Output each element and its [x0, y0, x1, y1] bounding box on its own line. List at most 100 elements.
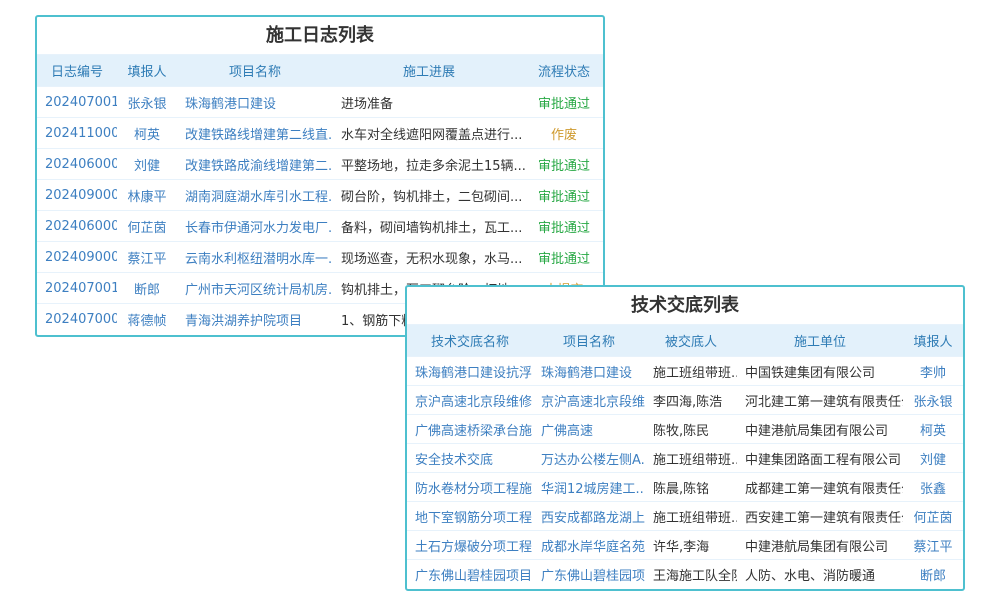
disclosure-name-cell: 地下室钢筋分项工程... [407, 502, 533, 531]
disclosure-name-link[interactable]: 京沪高速北京段维修... [415, 395, 533, 410]
log-id-link[interactable]: 2024060005 [45, 219, 117, 234]
reporter-link[interactable]: 何芷茵 [913, 511, 952, 526]
project-link[interactable]: 广东佛山碧桂园项目 [541, 569, 645, 584]
status-link[interactable]: 审批通过 [538, 159, 590, 174]
reporter-link[interactable]: 蔡江平 [913, 540, 952, 555]
disclosure-table-body: 珠海鹤港口建设抗浮... 珠海鹤港口建设 施工班组带班... 中国铁建集团有限公… [407, 357, 963, 589]
reporter-cell: 张永银 [903, 386, 963, 415]
project-link[interactable]: 广佛高速 [541, 424, 593, 439]
reporter-link[interactable]: 李帅 [920, 366, 946, 381]
reporter-link[interactable]: 柯英 [920, 424, 946, 439]
project-link[interactable]: 改建铁路成渝线增建第二... [185, 159, 333, 174]
receiver-text: 陈晨,陈铭 [645, 473, 737, 502]
receiver-text: 施工班组带班... [645, 444, 737, 473]
project-link[interactable]: 华润12城房建工... [541, 482, 645, 497]
status-link[interactable]: 审批通过 [538, 221, 590, 236]
log-id-cell: 2024060005 [37, 211, 117, 242]
log-id-link[interactable]: 2024110002 [45, 126, 117, 141]
log-id-link[interactable]: 2024060006 [45, 157, 117, 172]
reporter-link[interactable]: 柯英 [134, 128, 160, 143]
reporter-link[interactable]: 蒋德帧 [127, 314, 166, 329]
disclosure-table-header-row: 技术交底名称 项目名称 被交底人 施工单位 填报人 [407, 325, 963, 357]
project-link[interactable]: 广州市天河区统计局机房... [185, 283, 333, 298]
project-link[interactable]: 成都水岸华庭名苑... [541, 540, 645, 555]
project-link[interactable]: 云南水利枢纽潜明水库一... [185, 252, 333, 267]
unit-text: 中建港航局集团有限公司 [737, 531, 903, 560]
disclosure-name-cell: 广佛高速桥梁承台施... [407, 415, 533, 444]
log-id-link[interactable]: 2024090009 [45, 250, 117, 265]
receiver-text: 施工班组带班... [645, 502, 737, 531]
project-cell: 华润12城房建工... [533, 473, 645, 502]
log-id-cell: 2024060006 [37, 149, 117, 180]
reporter-link[interactable]: 张永银 [127, 97, 166, 112]
log-id-link[interactable]: 2024070011 [45, 281, 117, 296]
reporter-cell: 断郎 [117, 273, 177, 304]
disclosure-name-link[interactable]: 土石方爆破分项工程... [415, 540, 533, 555]
project-cell: 万达办公楼左侧A... [533, 444, 645, 473]
project-link[interactable]: 西安成都路龙湖上... [541, 511, 645, 526]
project-link[interactable]: 改建铁路线增建第二线直... [185, 128, 333, 143]
unit-text: 河北建工第一建筑有限责任公司 [737, 386, 903, 415]
reporter-link[interactable]: 蔡江平 [127, 252, 166, 267]
reporter-cell: 张永银 [117, 87, 177, 118]
reporter-cell: 柯英 [117, 118, 177, 149]
project-link[interactable]: 长春市伊通河水力发电厂... [185, 221, 333, 236]
status-link[interactable]: 审批通过 [538, 97, 590, 112]
reporter-link[interactable]: 何芷茵 [127, 221, 166, 236]
project-link[interactable]: 青海洪湖养护院项目 [185, 314, 302, 329]
disclosure-name-link[interactable]: 珠海鹤港口建设抗浮... [415, 366, 533, 381]
log-id-link[interactable]: 2024070009 [45, 312, 117, 327]
log-table-row: 2024090009 林康平 湖南洞庭湖水库引水工程... 砌台阶，钩机排土，二… [37, 180, 603, 211]
unit-text: 人防、水电、消防暖通 [737, 560, 903, 589]
status-cell: 作废 [525, 118, 603, 149]
technical-disclosure-table: 技术交底名称 项目名称 被交底人 施工单位 填报人 珠海鹤港口建设抗浮... 珠… [407, 324, 963, 589]
log-id-cell: 2024070011 [37, 273, 117, 304]
log-table-header-row: 日志编号 填报人 项目名称 施工进展 流程状态 [37, 55, 603, 87]
unit-text: 成都建工第一建筑有限责任公司 [737, 473, 903, 502]
reporter-link[interactable]: 张鑫 [920, 482, 946, 497]
project-cell: 改建铁路线增建第二线直... [177, 118, 333, 149]
reporter-cell: 林康平 [117, 180, 177, 211]
log-id-link[interactable]: 2024090009 [45, 188, 117, 203]
status-link[interactable]: 审批通过 [538, 190, 590, 205]
status-cell: 审批通过 [525, 211, 603, 242]
disclosure-name-link[interactable]: 安全技术交底 [415, 453, 493, 468]
status-cell: 审批通过 [525, 242, 603, 273]
disclosure-name-link[interactable]: 广东佛山碧桂园项目... [415, 569, 533, 584]
column-header: 流程状态 [525, 55, 603, 87]
log-id-cell: 2024110002 [37, 118, 117, 149]
status-link[interactable]: 作废 [551, 128, 577, 143]
disclosure-name-cell: 广东佛山碧桂园项目... [407, 560, 533, 589]
project-link[interactable]: 湖南洞庭湖水库引水工程... [185, 190, 333, 205]
progress-text: 现场巡查，无积水现象，水马... [333, 242, 525, 273]
status-link[interactable]: 审批通过 [538, 252, 590, 267]
project-link[interactable]: 珠海鹤港口建设 [185, 97, 276, 112]
column-header: 施工进展 [333, 55, 525, 87]
disclosure-name-link[interactable]: 地下室钢筋分项工程... [415, 511, 533, 526]
log-id-link[interactable]: 2024070011 [45, 95, 117, 110]
project-link[interactable]: 京沪高速北京段维修 [541, 395, 645, 410]
reporter-cell: 蔡江平 [903, 531, 963, 560]
project-link[interactable]: 万达办公楼左侧A... [541, 453, 645, 468]
disclosure-table-row: 防水卷材分项工程施... 华润12城房建工... 陈晨,陈铭 成都建工第一建筑有… [407, 473, 963, 502]
disclosure-name-link[interactable]: 广佛高速桥梁承台施... [415, 424, 533, 439]
project-cell: 成都水岸华庭名苑... [533, 531, 645, 560]
status-cell: 审批通过 [525, 87, 603, 118]
progress-text: 平整场地，拉走多余泥土15辆... [333, 149, 525, 180]
log-table-row: 2024060005 何芷茵 长春市伊通河水力发电厂... 备料，砌间墙钩机排土… [37, 211, 603, 242]
reporter-link[interactable]: 刘健 [920, 453, 946, 468]
project-cell: 青海洪湖养护院项目 [177, 304, 333, 335]
project-link[interactable]: 珠海鹤港口建设 [541, 366, 632, 381]
reporter-link[interactable]: 张永银 [913, 395, 952, 410]
project-cell: 湖南洞庭湖水库引水工程... [177, 180, 333, 211]
reporter-link[interactable]: 断郎 [134, 283, 160, 298]
reporter-link[interactable]: 断郎 [920, 569, 946, 584]
unit-text: 中建集团路面工程有限公司 [737, 444, 903, 473]
column-header: 施工单位 [737, 325, 903, 357]
reporter-link[interactable]: 刘健 [134, 159, 160, 174]
progress-text: 水车对全线遮阳网覆盖点进行... [333, 118, 525, 149]
project-cell: 珠海鹤港口建设 [533, 357, 645, 386]
disclosure-name-cell: 安全技术交底 [407, 444, 533, 473]
disclosure-name-link[interactable]: 防水卷材分项工程施... [415, 482, 533, 497]
reporter-link[interactable]: 林康平 [127, 190, 166, 205]
